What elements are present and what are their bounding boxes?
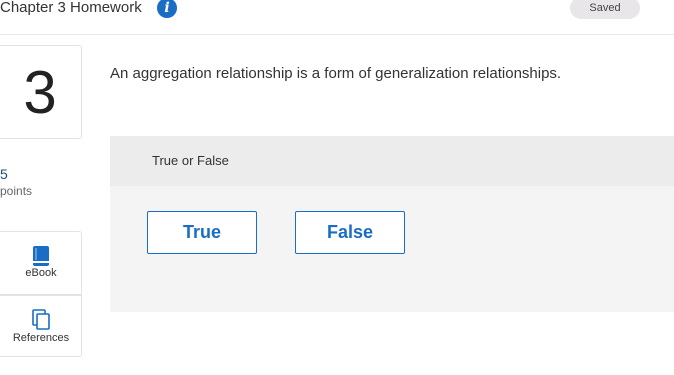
question-number-box: 3 [0,45,82,139]
true-button[interactable]: True [147,211,257,254]
answer-panel: True or False True False [110,136,674,312]
question-number: 3 [23,59,57,126]
question-prompt: An aggregation relationship is a form of… [110,65,562,82]
points-label: points [0,184,33,198]
ebook-label: eBook [25,267,57,279]
points-value: 5 [0,166,8,182]
false-button[interactable]: False [295,211,405,254]
references-button[interactable]: References [0,295,82,357]
references-label: References [12,332,70,344]
assignment-header: Chapter 3 Homework i Saved [0,0,674,35]
question-type-label: True or False [152,153,229,168]
assignment-title: Chapter 3 Homework [0,0,142,16]
saved-status-badge: Saved [570,0,640,19]
info-icon[interactable]: i [157,0,177,18]
ebook-button[interactable]: eBook [0,231,82,295]
answer-panel-header: True or False [110,136,674,186]
